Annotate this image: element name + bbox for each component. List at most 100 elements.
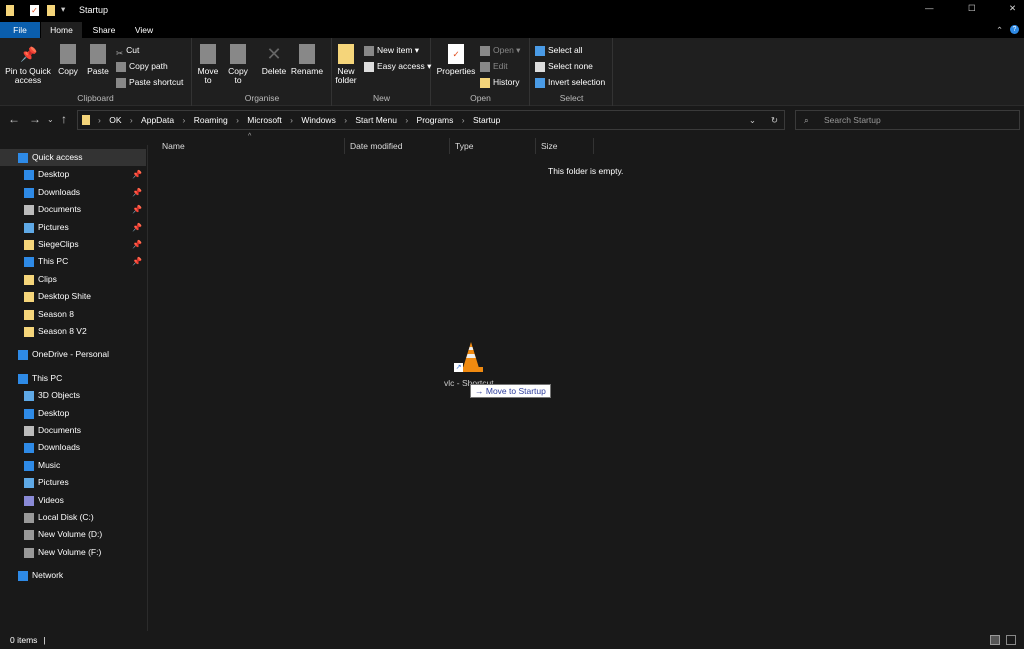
sidebar-item[interactable]: Videos [0,492,146,509]
copy-button[interactable]: Copy [55,44,81,76]
breadcrumb-item[interactable]: Windows [301,115,335,125]
breadcrumb-separator-icon[interactable]: › [288,115,296,125]
sidebar-item[interactable]: Documents 📌 [0,201,146,218]
sidebar-item[interactable]: This PC [0,370,146,387]
address-dropdown-icon[interactable]: ⌄ [749,111,756,129]
sidebar-item[interactable]: Pictures 📌 [0,219,146,236]
sidebar-item[interactable]: Downloads 📌 [0,184,146,201]
column-name[interactable]: Name [155,138,345,154]
pin-icon: 📌 [132,205,142,215]
pin-to-quick-access-button[interactable]: 📌 Pin to Quick access [3,44,53,85]
new-folder-quick-icon[interactable] [47,5,55,16]
dragged-file[interactable]: ↗ vlc - Shortcut [440,340,500,390]
column-type[interactable]: Type [450,138,536,154]
move-to-icon [200,44,216,64]
sidebar-item[interactable]: Clips [0,271,146,288]
tab-view[interactable]: View [126,22,162,38]
edit-button[interactable]: Edit [480,59,508,73]
move-to-button[interactable]: Move to [197,44,219,85]
back-button[interactable]: ← [8,112,20,126]
column-size[interactable]: Size [536,138,594,154]
forward-button[interactable]: → [29,112,41,126]
breadcrumb-separator-icon[interactable]: › [459,115,467,125]
open-label-group: Open [470,93,491,103]
customize-quick-access-icon[interactable]: ▾ [61,4,65,15]
history-button[interactable]: History [480,75,519,89]
breadcrumb-item[interactable]: AppData [141,115,174,125]
breadcrumb-separator-icon[interactable]: › [403,115,411,125]
drive-icon [24,530,34,541]
open-button[interactable]: Open ▾ [480,43,520,57]
large-icons-view-button[interactable] [1006,635,1016,645]
sidebar-item[interactable]: Season 8 V2 [0,323,146,340]
sidebar-item[interactable]: SiegeClips 📌 [0,236,146,253]
sidebar-item[interactable]: Season 8 [0,306,146,323]
tab-home[interactable]: Home [41,22,82,38]
copy-path-label: Copy path [129,61,168,71]
help-icon[interactable]: ? [1010,25,1019,34]
easy-access-button[interactable]: Easy access ▾ [364,59,431,73]
select-all-button[interactable]: Select all [535,43,583,57]
arrow-right-icon: → [475,386,486,396]
sidebar-item[interactable]: New Volume (F:) [0,544,146,561]
breadcrumb-separator-icon[interactable]: › [342,115,350,125]
copy-to-button[interactable]: Copy to [227,44,249,85]
sidebar-item[interactable]: New Volume (D:) [0,526,146,543]
sidebar-item[interactable]: Local Disk (C:) [0,509,146,526]
maximize-button[interactable]: ☐ [968,3,976,14]
properties-quick-icon[interactable]: ✓ [30,5,39,16]
sidebar-item[interactable]: OneDrive - Personal [0,346,146,363]
picture-icon [24,222,34,233]
rename-button[interactable]: Rename [290,44,324,76]
breadcrumb-item[interactable]: Programs [417,115,454,125]
breadcrumb: › OK › AppData › Roaming › Microsoft › W… [96,115,504,125]
pin-icon: 📌 [20,46,38,62]
sidebar-item[interactable]: Desktop Shite [0,288,146,305]
delete-icon: ✕ [266,44,282,64]
column-date-modified[interactable]: Date modified [345,138,450,154]
sidebar-item[interactable]: Quick access [0,149,146,166]
pc-icon [24,257,34,268]
delete-label: Delete [261,66,287,76]
tab-share[interactable]: Share [84,22,124,38]
breadcrumb-item[interactable]: Start Menu [355,115,397,125]
cut-button[interactable]: ✂ Cut [116,43,139,58]
paste-button[interactable]: Paste [85,44,111,76]
search-input[interactable]: ⌕ Search Startup [795,110,1020,130]
invert-selection-button[interactable]: Invert selection [535,75,605,89]
breadcrumb-separator-icon[interactable]: › [180,115,188,125]
address-bar[interactable]: › OK › AppData › Roaming › Microsoft › W… [77,110,785,130]
tab-file[interactable]: File [0,22,40,38]
sidebar-item[interactable]: Documents [0,422,146,439]
copy-path-button[interactable]: Copy path [116,59,168,73]
paste-shortcut-button[interactable]: Paste shortcut [116,75,183,89]
select-none-button[interactable]: Select none [535,59,593,73]
properties-button[interactable]: ✓ Properties [435,44,477,76]
search-icon: ⌕ [804,115,809,125]
sidebar-item[interactable]: 3D Objects [0,387,146,404]
sidebar-item[interactable]: Pictures [0,474,146,491]
recent-locations-icon[interactable]: ⌄ [47,115,54,124]
new-item-button[interactable]: New item ▾ [364,43,419,57]
breadcrumb-item[interactable]: Startup [473,115,500,125]
breadcrumb-item[interactable]: Microsoft [247,115,281,125]
delete-button[interactable]: ✕ Delete [261,44,287,76]
sidebar-item[interactable]: This PC 📌 [0,253,146,270]
refresh-icon[interactable]: ↻ [771,111,778,129]
up-button[interactable]: ↑ [61,112,67,126]
sidebar-item[interactable]: Music [0,457,146,474]
sidebar-item[interactable]: Desktop 📌 [0,166,146,183]
sidebar-item[interactable]: Downloads [0,439,146,456]
close-button[interactable]: ✕ [1009,3,1016,14]
new-folder-button[interactable]: New folder [333,44,359,85]
collapse-ribbon-icon[interactable]: ⌃ [996,25,1003,36]
breadcrumb-separator-icon[interactable]: › [98,115,103,125]
breadcrumb-separator-icon[interactable]: › [234,115,242,125]
sidebar-item[interactable]: Desktop [0,405,146,422]
breadcrumb-item[interactable]: Roaming [194,115,228,125]
breadcrumb-item[interactable]: OK [109,115,121,125]
minimize-button[interactable]: — [925,3,934,13]
sidebar-item[interactable]: Network [0,567,146,584]
breadcrumb-separator-icon[interactable]: › [127,115,135,125]
details-view-button[interactable] [990,635,1000,645]
